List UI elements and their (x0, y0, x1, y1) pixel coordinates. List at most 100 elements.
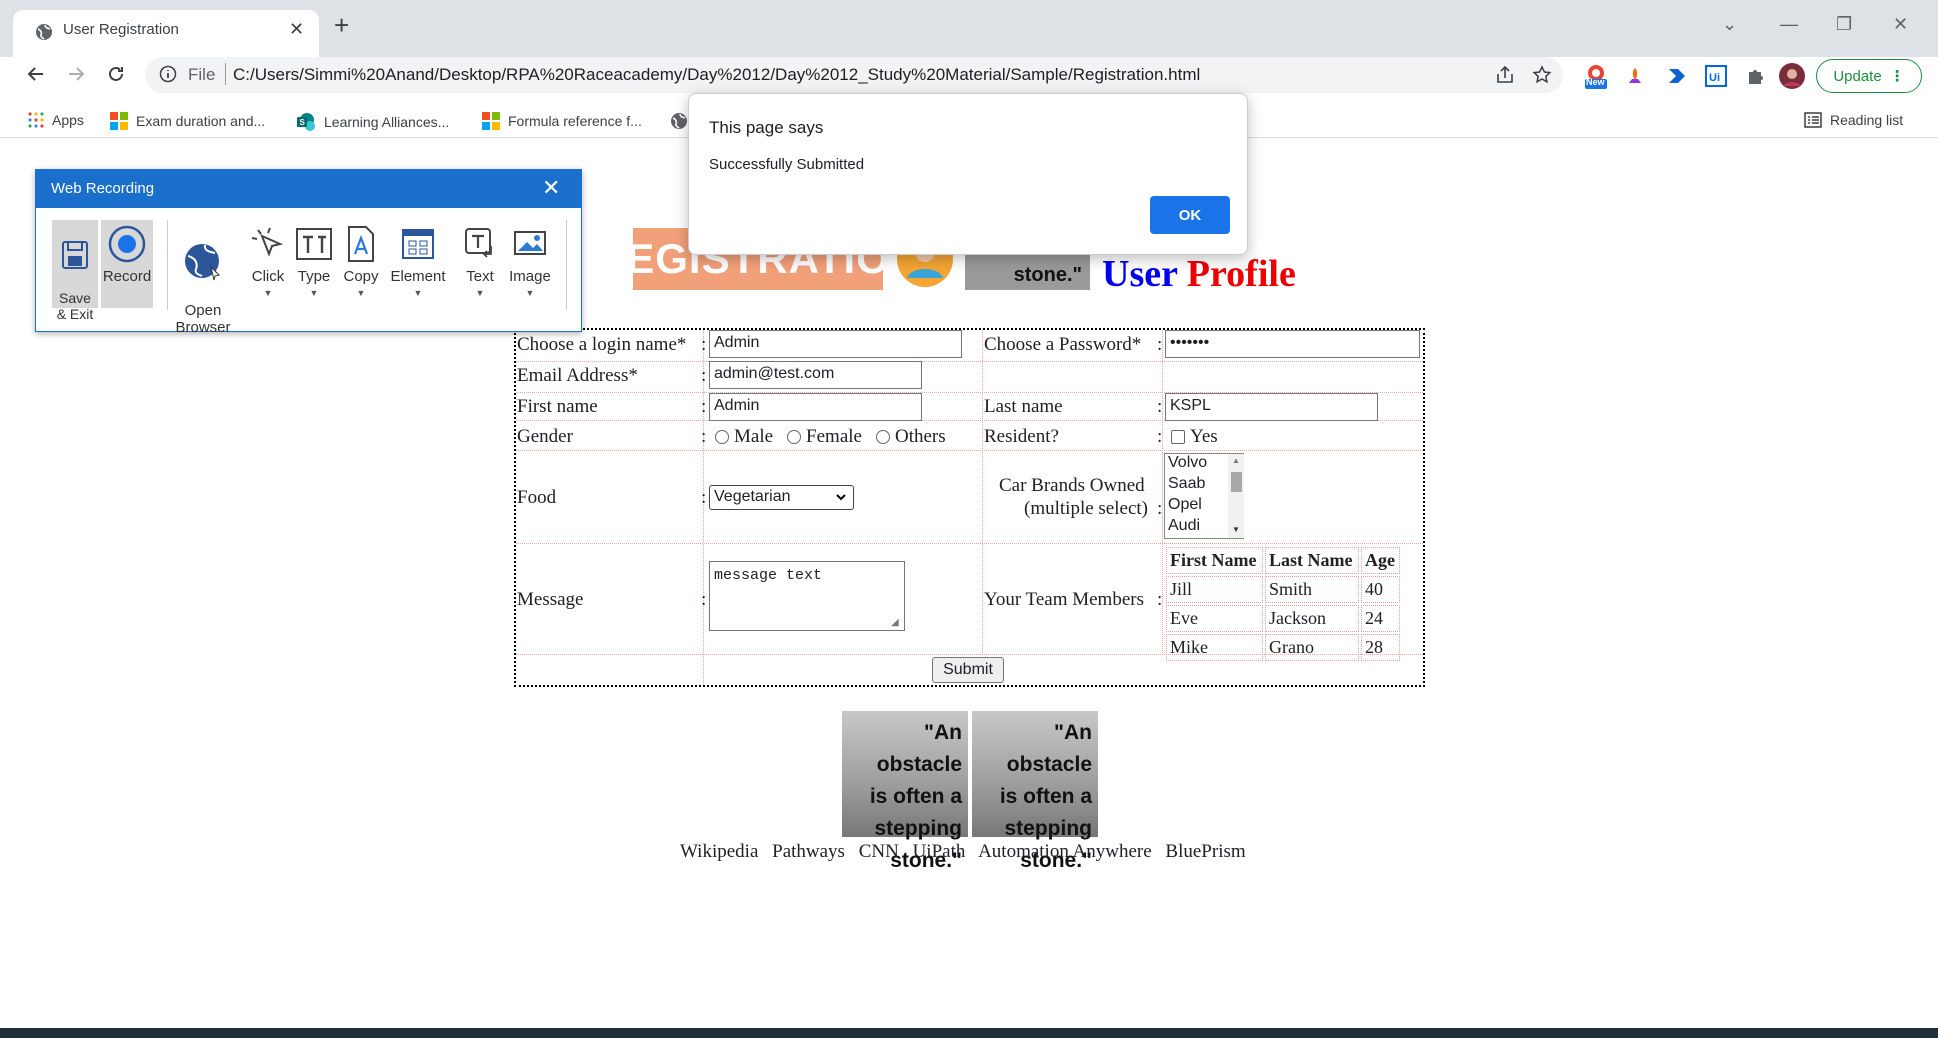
resident-checkbox-group: Yes (1171, 426, 1218, 448)
bookmark-learning-alliances[interactable]: S Learning Alliances... (296, 112, 449, 132)
info-icon[interactable] (159, 65, 177, 83)
browser-tab[interactable]: User Registration ✕ (13, 10, 319, 57)
car-option-volvo[interactable]: Volvo (1168, 454, 1207, 472)
car-option-audi[interactable]: Audi (1168, 517, 1200, 535)
type-button[interactable]: Type ▼ (294, 220, 334, 302)
dropdown-icon[interactable]: ▼ (294, 285, 334, 302)
save-icon (62, 241, 88, 269)
login-name-input[interactable]: Admin (709, 330, 962, 358)
save-exit-button[interactable]: Save & Exit (52, 220, 98, 322)
email-input[interactable]: admin@test.com (709, 361, 922, 389)
button-label: Open Browser (175, 302, 231, 336)
bookmark-formula-reference[interactable]: Formula reference f... (482, 112, 642, 130)
text-button[interactable]: Text ▼ (461, 220, 499, 302)
divider (516, 450, 1423, 451)
dropdown-icon[interactable]: ▼ (506, 285, 554, 302)
scrollbar-thumb[interactable] (1231, 472, 1242, 492)
bookmark-label: Learning Alliances... (324, 114, 450, 130)
food-select[interactable]: Vegetarian (709, 485, 854, 510)
web-recording-panel: Web Recording ✕ Save & Exit Record Open … (35, 169, 582, 336)
bookmark-exam-duration[interactable]: Exam duration and... (110, 112, 265, 130)
bookmark-star-icon[interactable] (1531, 64, 1553, 86)
chevron-down-icon (835, 490, 847, 508)
password-input[interactable]: ••••••• (1165, 330, 1420, 358)
resident-yes-checkbox[interactable] (1171, 430, 1185, 444)
rocket-extension-icon[interactable] (1622, 63, 1648, 89)
element-button[interactable]: Element ▼ (390, 220, 446, 302)
record-button[interactable]: Record (101, 220, 153, 308)
car-option-saab[interactable]: Saab (1168, 475, 1205, 493)
recorder-header: Web Recording ✕ (36, 170, 581, 208)
open-browser-button[interactable]: Open Browser (175, 220, 231, 336)
copy-button[interactable]: Copy ▼ (341, 220, 381, 302)
colon: : (1157, 396, 1163, 417)
link-wikipedia[interactable]: Wikipedia (680, 841, 758, 862)
bookmark-globe[interactable] (670, 112, 688, 130)
link-blueprism[interactable]: BluePrism (1165, 841, 1245, 862)
image-button[interactable]: Image ▼ (506, 220, 554, 302)
address-bar[interactable]: File C:/Users/Simmi%20Anand/Desktop/RPA%… (145, 57, 1563, 93)
listbox-scrollbar[interactable]: ▲ ▼ (1228, 454, 1244, 538)
power-automate-icon[interactable] (1664, 63, 1690, 89)
colon: : (701, 396, 707, 417)
car-option-opel[interactable]: Opel (1168, 496, 1202, 514)
dropdown-icon[interactable]: ▼ (461, 285, 499, 302)
dropdown-icon[interactable]: ▼ (341, 285, 381, 302)
close-icon[interactable]: ✕ (542, 175, 560, 201)
last-name-input[interactable]: KSPL (1165, 393, 1378, 421)
scroll-down-icon[interactable]: ▼ (1232, 525, 1240, 534)
microsoft-icon (110, 112, 128, 130)
message-label: Message (517, 589, 584, 610)
link-pathways[interactable]: Pathways (772, 841, 845, 862)
submit-button[interactable]: Submit (932, 657, 1004, 683)
colon: : (1157, 426, 1163, 447)
reload-icon[interactable] (99, 57, 133, 91)
restore-icon[interactable]: ❐ (1836, 14, 1852, 35)
more-menu-icon[interactable]: ⋮ (1890, 67, 1905, 85)
forward-icon[interactable] (59, 57, 93, 91)
type-icon (296, 228, 332, 260)
extension-new-icon[interactable]: New (1583, 63, 1609, 89)
link-cnn[interactable]: CNN (859, 841, 899, 862)
first-name-input[interactable]: Admin (709, 393, 922, 421)
ok-button[interactable]: OK (1150, 196, 1230, 234)
sharepoint-icon: S (297, 113, 315, 131)
uipath-extension-icon[interactable]: Ui (1703, 63, 1729, 89)
gender-others-radio[interactable] (875, 430, 890, 444)
profile-avatar[interactable] (1779, 63, 1805, 89)
tab-search-icon[interactable]: ⌄ (1722, 14, 1737, 35)
colon: : (701, 589, 707, 610)
scroll-up-icon[interactable]: ▲ (1232, 456, 1240, 465)
gender-female-radio[interactable] (787, 430, 802, 444)
dropdown-icon[interactable]: ▼ (248, 285, 288, 302)
share-icon[interactable] (1494, 64, 1516, 86)
url-text[interactable]: C:/Users/Simmi%20Anand/Desktop/RPA%20Rac… (233, 65, 1200, 85)
taskbar-strip (0, 1028, 1938, 1038)
back-icon[interactable] (19, 57, 53, 91)
button-label: Copy (343, 268, 379, 285)
reading-list-icon (1804, 112, 1822, 128)
minimize-icon[interactable]: — (1780, 14, 1798, 35)
new-tab-button[interactable]: + (334, 12, 349, 38)
quote-line: is often a (869, 785, 962, 808)
car-brands-listbox[interactable]: Volvo Saab Opel Audi ▲ ▼ (1164, 453, 1244, 539)
update-button[interactable]: Update ⋮ (1816, 59, 1922, 93)
bookmark-apps[interactable]: Apps (28, 112, 84, 128)
quote-line: is often a (999, 785, 1092, 808)
close-window-icon[interactable]: ✕ (1893, 14, 1908, 35)
link-automation-anywhere[interactable]: Automation Anywhere (978, 841, 1152, 862)
image-icon (514, 231, 546, 255)
link-uipath[interactable]: UiPath (913, 841, 966, 862)
resize-handle-icon[interactable]: ◢ (891, 617, 899, 628)
message-textarea[interactable]: message text (709, 561, 905, 631)
last-name-label: Last name (984, 396, 1063, 417)
close-tab-icon[interactable]: ✕ (289, 19, 304, 40)
extensions-puzzle-icon[interactable] (1742, 63, 1768, 89)
login-name-label: Choose a login name* (517, 334, 687, 355)
click-button[interactable]: Click ▼ (248, 220, 288, 302)
gender-male-radio[interactable] (715, 430, 729, 444)
colon: : (1157, 589, 1163, 610)
column-header: Last Name (1265, 547, 1359, 574)
reading-list-button[interactable]: Reading list (1804, 112, 1903, 128)
dropdown-icon[interactable]: ▼ (390, 285, 446, 302)
